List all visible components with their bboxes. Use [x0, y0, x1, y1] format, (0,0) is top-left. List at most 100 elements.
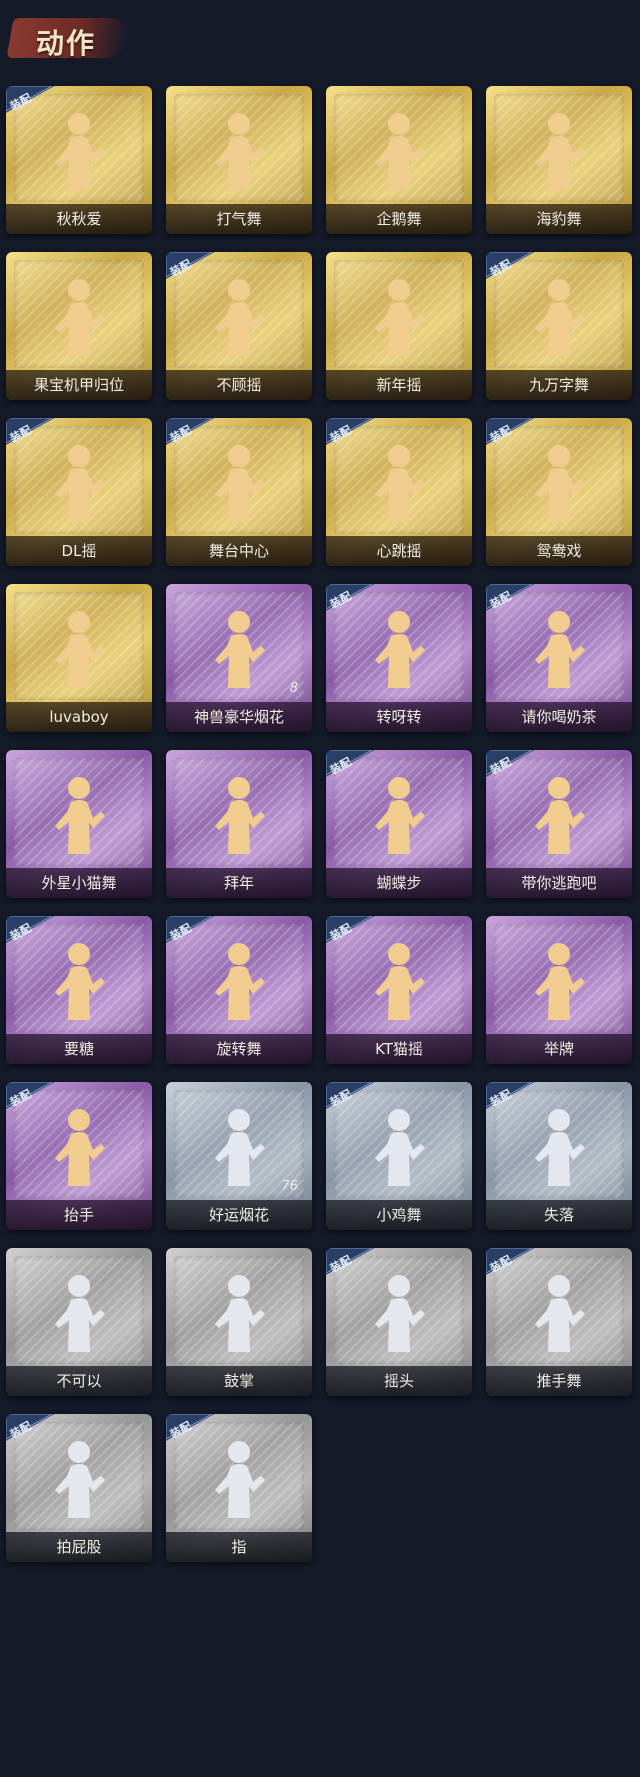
action-label: 带你逃跑吧	[521, 874, 597, 892]
dance-pose-icon	[209, 440, 269, 526]
action-card[interactable]: 8 神兽豪华烟花	[166, 584, 312, 732]
figure-silhouette	[375, 445, 425, 522]
figure-silhouette	[375, 943, 425, 1020]
firework-cylinder-icon	[209, 1104, 269, 1190]
action-card[interactable]: 76 好运烟花	[166, 1082, 312, 1230]
equipped-badge: 装配	[326, 1082, 378, 1110]
action-card[interactable]: 抬手 装配	[6, 1082, 152, 1230]
milk-tea-sign-icon	[529, 606, 589, 692]
action-label: DL摇	[61, 542, 97, 560]
dance-pose-icon	[209, 108, 269, 194]
action-card[interactable]: 秋秋爱 装配	[6, 86, 152, 234]
dance-pose-icon	[369, 1104, 429, 1190]
equipped-badge: 装配	[6, 86, 58, 114]
action-card[interactable]: 旋转舞 装配	[166, 916, 312, 1064]
action-card[interactable]: 举牌	[486, 916, 632, 1064]
figure-silhouette	[375, 611, 425, 688]
equipped-badge: 装配	[166, 1414, 218, 1442]
action-card[interactable]: 蝴蝶步 装配	[326, 750, 472, 898]
action-label: 转呀转	[376, 708, 422, 726]
figure-silhouette	[375, 777, 425, 854]
figure-silhouette	[55, 445, 105, 522]
action-label: 新年摇	[376, 376, 422, 394]
clap-hands-icon	[209, 1270, 269, 1356]
action-label: 抬手	[63, 1206, 94, 1224]
dance-pose-icon	[369, 108, 429, 194]
action-label: 果宝机甲归位	[33, 376, 124, 394]
dance-pose-icon	[529, 1270, 589, 1356]
action-card[interactable]: 企鹅舞	[326, 86, 472, 234]
figure-silhouette	[55, 1441, 105, 1518]
section-header: 动作	[6, 10, 132, 68]
action-card[interactable]: 指 装配	[166, 1414, 312, 1562]
action-card[interactable]: 转呀转 装配	[326, 584, 472, 732]
action-card[interactable]: 请你喝奶茶 装配	[486, 584, 632, 732]
action-card[interactable]: KT猫摇 装配	[326, 916, 472, 1064]
dance-pose-icon	[49, 440, 109, 526]
action-label: 好运烟花	[208, 1206, 269, 1224]
equipped-badge: 装配	[486, 1248, 538, 1276]
action-label: 打气舞	[216, 210, 262, 228]
figure-silhouette	[375, 113, 425, 190]
dance-pose-icon	[369, 274, 429, 360]
action-label: 不可以	[56, 1372, 102, 1390]
action-card[interactable]: 舞台中心 装配	[166, 418, 312, 566]
action-card[interactable]: 鸳鸯戏 装配	[486, 418, 632, 566]
action-card[interactable]: 不顾摇 装配	[166, 252, 312, 400]
action-label: 海豹舞	[536, 210, 582, 228]
crawl-pose-icon	[529, 1104, 589, 1190]
action-label: 鸳鸯戏	[536, 542, 582, 560]
action-card[interactable]: 果宝机甲归位	[6, 252, 152, 400]
equipped-badge: 装配	[6, 418, 58, 446]
figure-silhouette	[375, 1275, 425, 1352]
action-label: 拍屁股	[56, 1538, 102, 1556]
action-label: 推手舞	[536, 1372, 582, 1390]
action-label: 拜年	[223, 874, 254, 892]
figure-silhouette	[215, 777, 265, 854]
figure-silhouette	[535, 943, 585, 1020]
puppet-girl-icon	[369, 606, 429, 692]
action-label: luvaboy	[49, 708, 109, 726]
action-card[interactable]: 要糖 装配	[6, 916, 152, 1064]
figure-silhouette	[215, 113, 265, 190]
action-label: 秋秋爱	[56, 210, 102, 228]
figure-silhouette	[535, 611, 585, 688]
action-card[interactable]: 推手舞 装配	[486, 1248, 632, 1396]
equipped-badge: 装配	[326, 1248, 378, 1276]
dance-pose-icon	[529, 108, 589, 194]
action-card[interactable]: 海豹舞	[486, 86, 632, 234]
figure-silhouette	[215, 1441, 265, 1518]
firework-pot-icon	[209, 606, 269, 692]
action-card[interactable]: 外星小猫舞	[6, 750, 152, 898]
action-card[interactable]: 鼓掌	[166, 1248, 312, 1396]
dance-pose-icon	[369, 1270, 429, 1356]
dance-pose-icon	[49, 1436, 109, 1522]
item-count: 76	[281, 1179, 298, 1194]
action-card[interactable]: 失落 装配	[486, 1082, 632, 1230]
dance-pose-icon	[49, 274, 109, 360]
action-label: 舞台中心	[208, 542, 269, 560]
action-label: 摇头	[383, 1372, 414, 1390]
action-card[interactable]: 拍屁股 装配	[6, 1414, 152, 1562]
item-count: 8	[289, 681, 298, 696]
action-card[interactable]: 新年摇	[326, 252, 472, 400]
action-card[interactable]: 小鸡舞 装配	[326, 1082, 472, 1230]
equipped-badge: 装配	[326, 750, 378, 778]
action-card[interactable]: 带你逃跑吧 装配	[486, 750, 632, 898]
equipped-badge: 装配	[166, 252, 218, 280]
action-card[interactable]: 不可以	[6, 1248, 152, 1396]
action-label: 外星小猫舞	[41, 874, 117, 892]
action-card[interactable]: luvaboy	[6, 584, 152, 732]
action-card[interactable]: 九万字舞 装配	[486, 252, 632, 400]
action-label: 不顾摇	[216, 376, 262, 394]
action-label: 旋转舞	[216, 1040, 262, 1058]
action-label: 神兽豪华烟花	[193, 708, 284, 726]
equipped-badge: 装配	[6, 916, 58, 944]
dance-pose-icon	[369, 772, 429, 858]
action-card[interactable]: 拜年	[166, 750, 312, 898]
action-card[interactable]: DL摇 装配	[6, 418, 152, 566]
action-card[interactable]: 心跳摇 装配	[326, 418, 472, 566]
figure-silhouette	[535, 1109, 585, 1186]
action-card[interactable]: 摇头 装配	[326, 1248, 472, 1396]
action-card[interactable]: 打气舞	[166, 86, 312, 234]
